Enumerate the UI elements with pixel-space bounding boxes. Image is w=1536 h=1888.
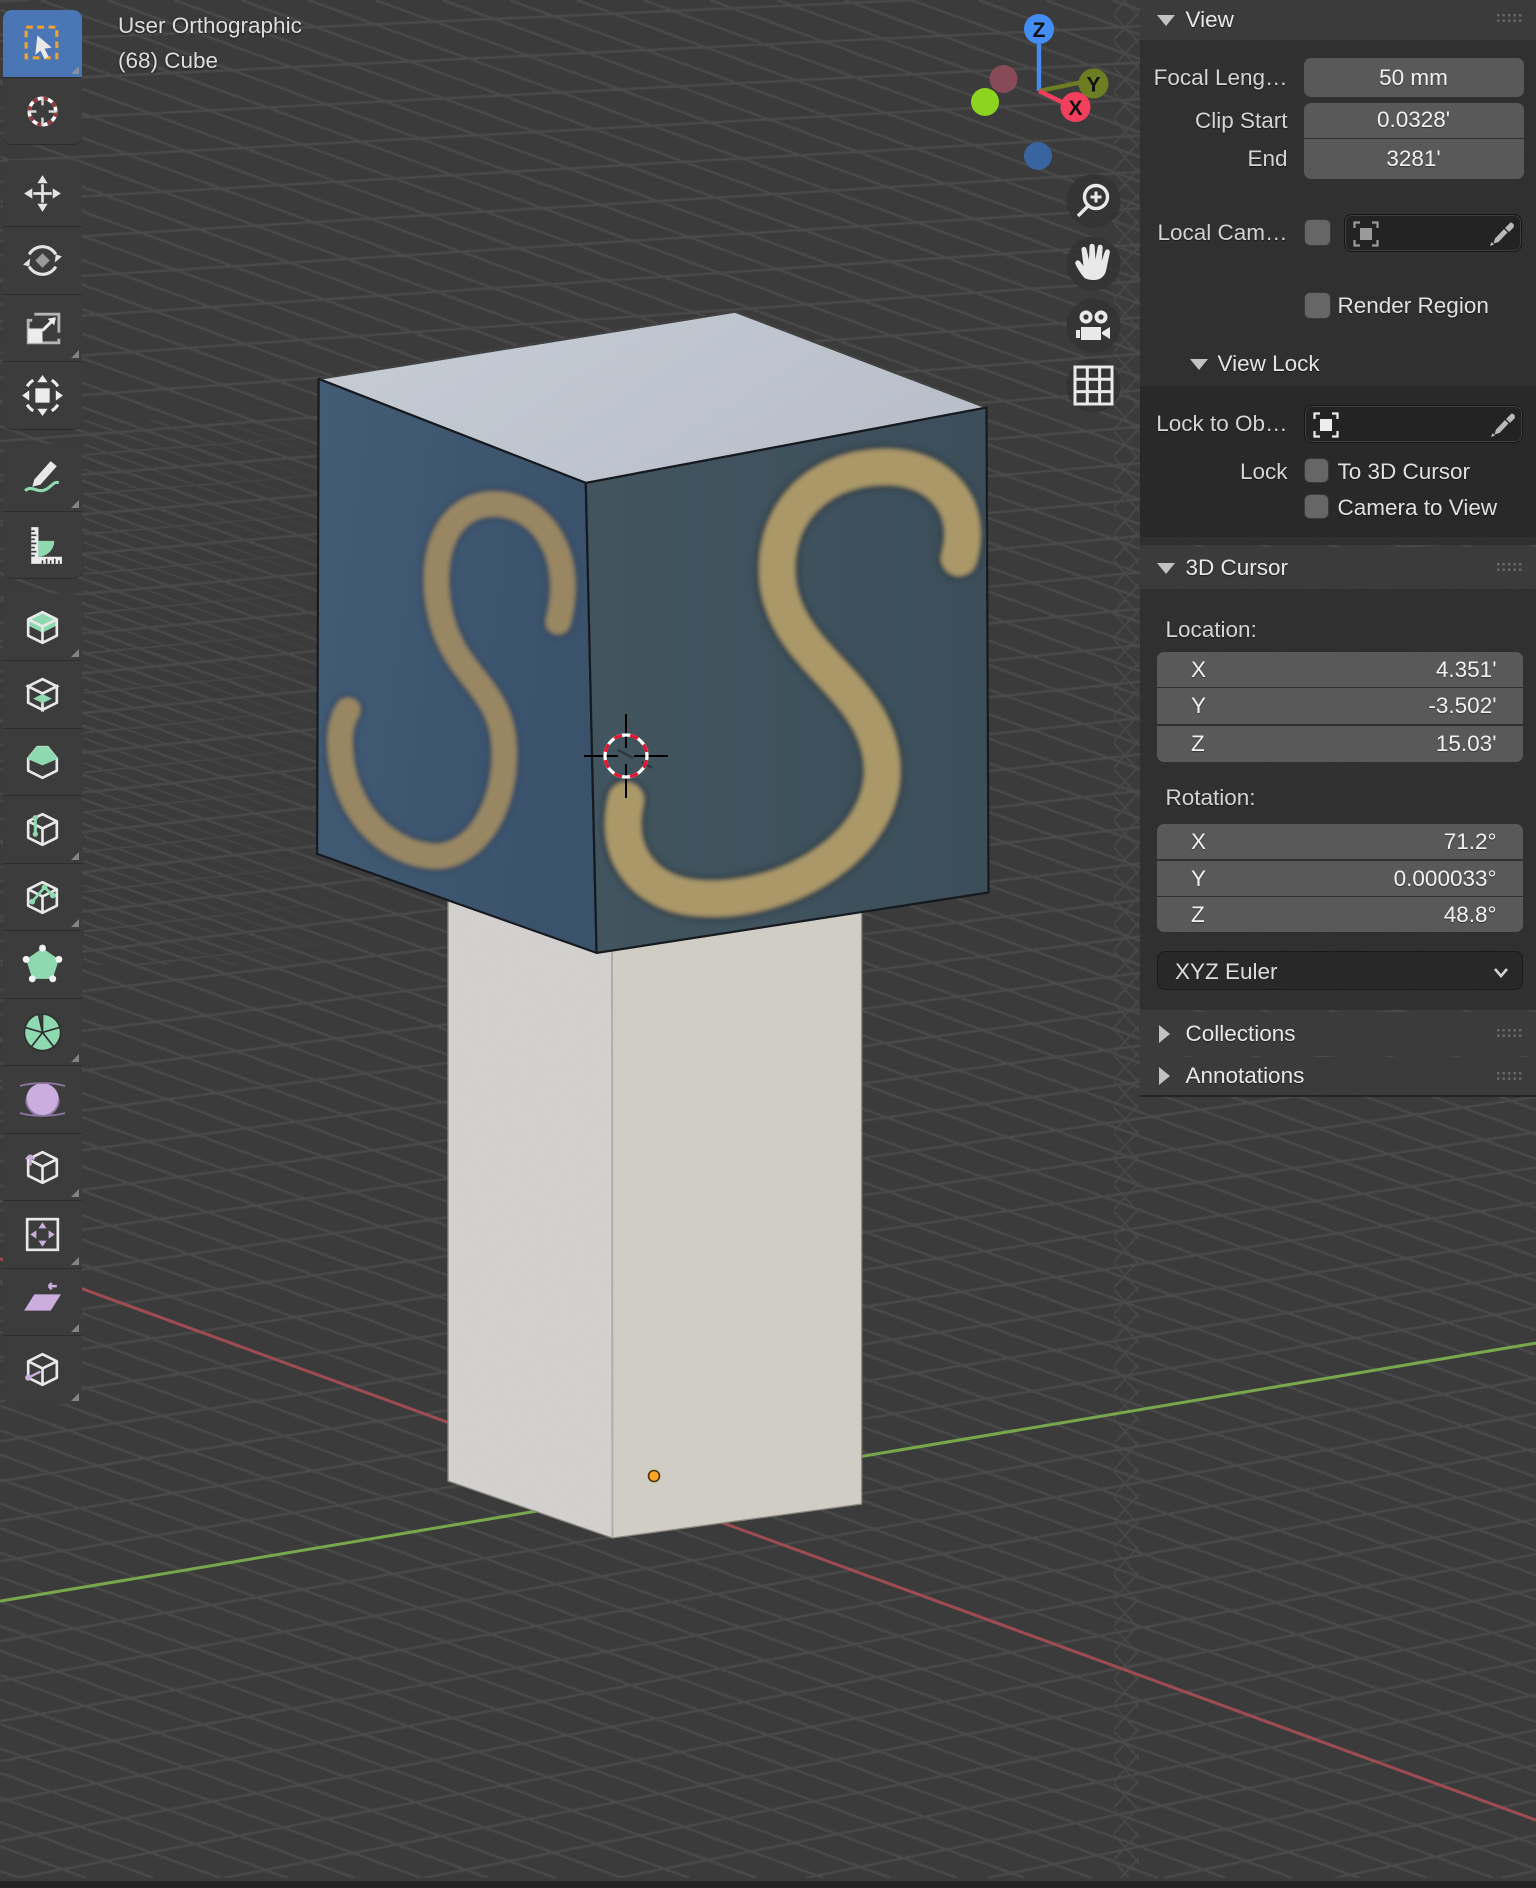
- svg-text:Z: Z: [1033, 19, 1046, 42]
- svg-text:Y: Y: [1086, 74, 1100, 97]
- svg-text:X: X: [1068, 97, 1082, 120]
